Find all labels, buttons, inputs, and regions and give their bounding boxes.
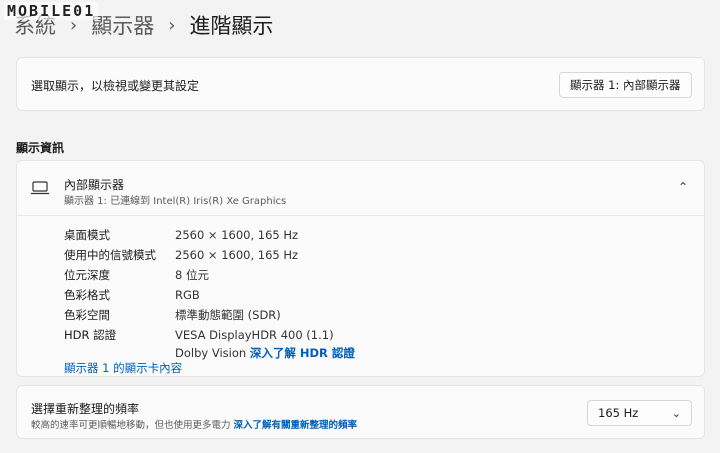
info-key: HDR 認證 <box>64 328 117 342</box>
watermark-logo: MOBILE01 <box>4 2 99 20</box>
refresh-rate-value: 165 Hz <box>598 406 639 420</box>
info-value: 標準動態範圍 (SDR) <box>175 308 281 322</box>
info-key: 位元深度 <box>64 268 110 282</box>
info-value: VESA DisplayHDR 400 (1.1) <box>175 328 334 342</box>
hdr-learn-more-link[interactable]: 深入了解 HDR 認證 <box>250 346 355 360</box>
monitor-icon <box>31 181 49 195</box>
breadcrumb-display[interactable]: 顯示器 <box>91 10 154 40</box>
refresh-rate-title: 選擇重新整理的頻率 <box>31 402 140 416</box>
info-row: HDR 認證 VESA DisplayHDR 400 (1.1) <box>64 325 355 345</box>
info-key: 使用中的信號模式 <box>64 248 156 262</box>
select-display-card: 選取顯示，以檢視或變更其設定 顯示器 1: 內部顯示器 ⌄ <box>16 57 705 111</box>
refresh-rate-description: 較高的速率可更順暢地移動，但也使用更多電力 <box>31 420 231 431</box>
monitor-name: 內部顯示器 <box>64 178 125 192</box>
chevron-down-icon: ⌄ <box>671 406 681 420</box>
refresh-rate-card: 選擇重新整理的頻率 較高的速率可更順暢地移動，但也使用更多電力 深入了解有關重新… <box>16 385 705 439</box>
display-info-rows: 桌面模式 2560 × 1600, 165 Hz 使用中的信號模式 2560 ×… <box>64 225 355 361</box>
breadcrumb-separator: › <box>168 14 176 36</box>
refresh-rate-dropdown[interactable]: 165 Hz ⌄ <box>587 400 692 426</box>
display-dropdown-value: 顯示器 1: 內部顯示器 <box>570 78 681 92</box>
info-row: 色彩格式 RGB <box>64 285 355 305</box>
chevron-down-icon: ⌄ <box>671 78 681 92</box>
refresh-rate-learn-more-link[interactable]: 深入了解有關重新整理的頻率 <box>234 420 358 431</box>
info-key: 桌面模式 <box>64 228 110 242</box>
info-key: 色彩格式 <box>64 288 110 302</box>
info-row: 位元深度 8 位元 <box>64 265 355 285</box>
info-row: 使用中的信號模式 2560 × 1600, 165 Hz <box>64 245 355 265</box>
info-key: 色彩空間 <box>64 308 110 322</box>
page-title: 進階顯示 <box>189 14 274 38</box>
info-value: RGB <box>175 288 200 302</box>
info-value: 2560 × 1600, 165 Hz <box>175 228 299 242</box>
select-display-label: 選取顯示，以檢視或變更其設定 <box>31 79 200 93</box>
monitor-connection: 顯示器 1: 已連線到 Intel(R) Iris(R) Xe Graphics <box>64 196 287 207</box>
info-row: 桌面模式 2560 × 1600, 165 Hz <box>64 225 355 245</box>
chevron-up-icon[interactable]: ⌃ <box>678 180 688 194</box>
info-value: 8 位元 <box>175 268 209 282</box>
hdr-continuation: Dolby Vision 深入了解 HDR 認證 <box>64 345 355 361</box>
info-row: 色彩空間 標準動態範圍 (SDR) <box>64 305 355 325</box>
refresh-rate-subtitle: 較高的速率可更順暢地移動，但也使用更多電力 深入了解有關重新整理的頻率 <box>31 417 357 431</box>
display-info-header[interactable]: 內部顯示器 顯示器 1: 已連線到 Intel(R) Iris(R) Xe Gr… <box>17 161 704 216</box>
display-dropdown[interactable]: 顯示器 1: 內部顯示器 ⌄ <box>559 72 692 98</box>
info-value: 2560 × 1600, 165 Hz <box>175 248 299 262</box>
display-info-heading: 顯示資訊 <box>16 141 65 155</box>
display-info-card: 內部顯示器 顯示器 1: 已連線到 Intel(R) Iris(R) Xe Gr… <box>16 160 705 377</box>
adapter-properties-link[interactable]: 顯示器 1 的顯示卡內容 <box>64 360 182 376</box>
dolby-vision-text: Dolby Vision <box>175 346 247 360</box>
